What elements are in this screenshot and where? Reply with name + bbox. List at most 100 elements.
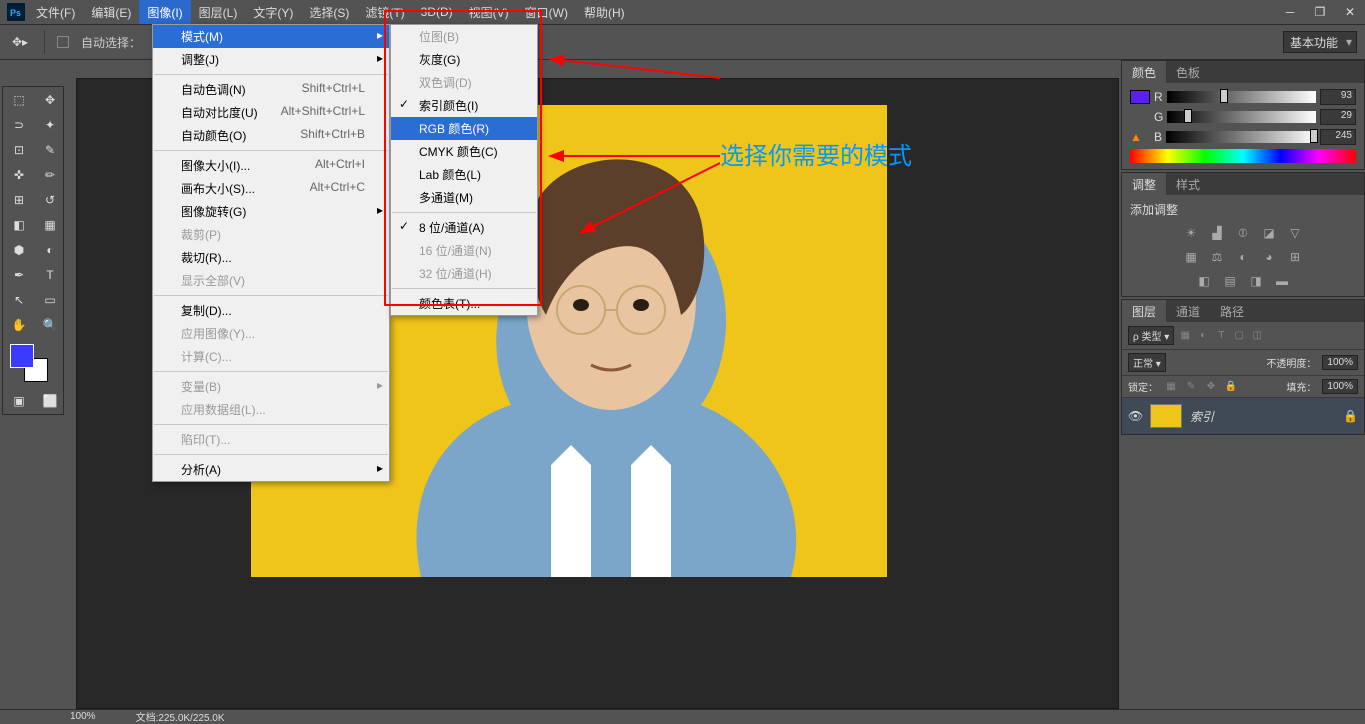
shape-tool[interactable]: ▭ [35,288,65,312]
tab-color[interactable]: 颜色 [1122,61,1166,83]
menuitem-8 位/通道a[interactable]: 8 位/通道(A)✓ [391,216,537,239]
filter-shape-icon[interactable]: ▢ [1232,330,1246,341]
move-tool[interactable]: ✥ [35,88,65,112]
lock-all-icon[interactable]: 🔒 [1224,381,1238,392]
g-value[interactable]: 29 [1320,109,1356,125]
zoom-tool[interactable]: 🔍 [35,313,65,337]
invert-adj-icon[interactable]: ◧ [1195,272,1213,290]
menuitem-灰度g[interactable]: 灰度(G) [391,48,537,71]
workspace-selector[interactable]: 基本功能 [1283,31,1357,53]
close-button[interactable]: ✕ [1335,0,1365,24]
hue-bar[interactable] [1130,149,1356,163]
blend-mode-select[interactable]: 正常 ▾ [1128,353,1166,372]
opacity-value[interactable]: 100% [1322,355,1358,370]
eraser-tool[interactable]: ◧ [4,213,34,237]
tab-swatches[interactable]: 色板 [1166,61,1210,83]
r-slider[interactable] [1167,91,1316,103]
screenmode-button[interactable]: ⬜ [35,389,65,413]
posterize-adj-icon[interactable]: ▤ [1221,272,1239,290]
filter-adj-icon[interactable]: ◐ [1196,330,1210,341]
menuitem-调整j[interactable]: 调整(J)▸ [153,48,389,71]
menuitem-rgb 颜色r[interactable]: RGB 颜色(R) [391,117,537,140]
menuitem-画布大小s[interactable]: 画布大小(S)...Alt+Ctrl+C [153,177,389,200]
auto-select-checkbox[interactable] [57,36,69,48]
menuitem-图像大小i[interactable]: 图像大小(I)...Alt+Ctrl+I [153,154,389,177]
filter-kind-select[interactable]: ρ 类型 ▾ [1128,326,1174,345]
filter-image-icon[interactable]: ▦ [1178,330,1192,341]
menuitem-自动颜色o[interactable]: 自动颜色(O)Shift+Ctrl+B [153,124,389,147]
menu-3d[interactable]: 3D(D) [413,0,461,24]
balance-adj-icon[interactable]: ⚖ [1208,248,1226,266]
b-value[interactable]: 245 [1320,129,1356,145]
lock-paint-icon[interactable]: ✎ [1184,381,1198,392]
menu-文件[interactable]: 文件(F) [28,0,83,24]
type-tool[interactable]: T [35,263,65,287]
filter-type-icon[interactable]: T [1214,330,1228,341]
layer-thumbnail[interactable] [1150,404,1182,428]
lock-move-icon[interactable]: ✥ [1204,381,1218,392]
b-slider[interactable] [1166,131,1316,143]
menuitem-裁切r[interactable]: 裁切(R)... [153,246,389,269]
menu-滤镜[interactable]: 滤镜(T) [357,0,412,24]
levels-adj-icon[interactable]: ▟ [1208,224,1226,242]
r-value[interactable]: 93 [1320,89,1356,105]
fg-color-box[interactable] [1130,90,1150,104]
menu-帮助[interactable]: 帮助(H) [576,0,633,24]
bw-adj-icon[interactable]: ◐ [1234,248,1252,266]
g-slider[interactable] [1167,111,1316,123]
brush-tool[interactable]: ✏ [35,163,65,187]
exposure-adj-icon[interactable]: ◪ [1260,224,1278,242]
eyedropper-tool[interactable]: ✎ [35,138,65,162]
blur-tool[interactable]: ⬢ [4,238,34,262]
dodge-tool[interactable]: ◐ [35,238,65,262]
visibility-icon[interactable]: 👁 [1128,409,1142,423]
tab-paths[interactable]: 路径 [1210,300,1254,322]
threshold-adj-icon[interactable]: ◨ [1247,272,1265,290]
hue-adj-icon[interactable]: ▦ [1182,248,1200,266]
tab-layers[interactable]: 图层 [1122,300,1166,322]
layer-item[interactable]: 👁 索引 🔒 [1122,398,1364,434]
menuitem-lab 颜色l[interactable]: Lab 颜色(L) [391,163,537,186]
move-tool-icon[interactable]: ✥▸ [8,30,32,54]
marquee-tool[interactable]: ⬚ [4,88,34,112]
menuitem-复制d[interactable]: 复制(D)... [153,299,389,322]
crop-tool[interactable]: ⊡ [4,138,34,162]
curves-adj-icon[interactable]: ⦶ [1234,224,1252,242]
history-brush-tool[interactable]: ↺ [35,188,65,212]
heal-tool[interactable]: ✜ [4,163,34,187]
photo-filter-icon[interactable]: ◕ [1260,248,1278,266]
filter-smart-icon[interactable]: ◫ [1250,330,1264,341]
menuitem-模式m[interactable]: 模式(M)▸ [153,25,389,48]
vibrance-adj-icon[interactable]: ▽ [1286,224,1304,242]
wand-tool[interactable]: ✦ [35,113,65,137]
document-tab[interactable]: 152155089 [81,78,147,79]
menu-图像[interactable]: 图像(I) [139,0,190,24]
gradient-map-icon[interactable]: ▬ [1273,272,1291,290]
pen-tool[interactable]: ✒ [4,263,34,287]
maximize-button[interactable]: ❐ [1305,0,1335,24]
menuitem-多通道m[interactable]: 多通道(M) [391,186,537,209]
lock-trans-icon[interactable]: ▦ [1164,381,1178,392]
gradient-tool[interactable]: ▦ [35,213,65,237]
menuitem-自动色调n[interactable]: 自动色调(N)Shift+Ctrl+L [153,78,389,101]
minimize-button[interactable]: ─ [1275,0,1305,24]
menuitem-分析a[interactable]: 分析(A)▸ [153,458,389,481]
menu-窗口[interactable]: 窗口(W) [517,0,576,24]
color-swatches[interactable] [4,342,65,388]
menu-视图[interactable]: 视图(V) [461,0,517,24]
brightness-adj-icon[interactable]: ☀ [1182,224,1200,242]
menuitem-图像旋转g[interactable]: 图像旋转(G)▸ [153,200,389,223]
tab-styles[interactable]: 样式 [1166,173,1210,195]
path-select-tool[interactable]: ↖ [4,288,34,312]
menuitem-颜色表t[interactable]: 颜色表(T)... [391,292,537,315]
stamp-tool[interactable]: ⊞ [4,188,34,212]
menuitem-cmyk 颜色c[interactable]: CMYK 颜色(C) [391,140,537,163]
tab-channels[interactable]: 通道 [1166,300,1210,322]
menu-图层[interactable]: 图层(L) [191,0,246,24]
mixer-adj-icon[interactable]: ⊞ [1286,248,1304,266]
menuitem-自动对比度u[interactable]: 自动对比度(U)Alt+Shift+Ctrl+L [153,101,389,124]
hand-tool[interactable]: ✋ [4,313,34,337]
menuitem-索引颜色i[interactable]: 索引颜色(I)✓ [391,94,537,117]
lasso-tool[interactable]: ⊃ [4,113,34,137]
menu-选择[interactable]: 选择(S) [301,0,357,24]
